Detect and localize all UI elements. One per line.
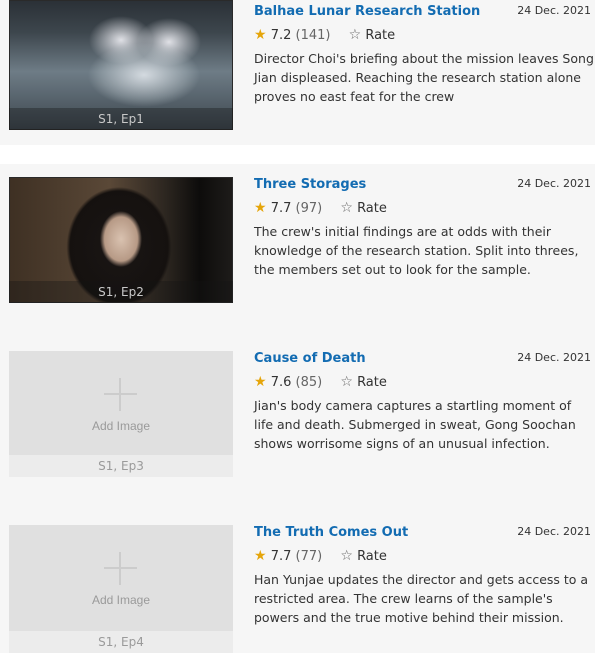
episode-plot: Jian's body camera captures a startling …: [254, 398, 576, 451]
episode-title-link[interactable]: The Truth Comes Out: [254, 525, 408, 540]
episode-item: Add Image S1, Ep3 Cause of Death 24 Dec.…: [0, 338, 595, 512]
star-outline-icon: ☆: [348, 27, 362, 43]
divider: [0, 145, 595, 164]
rate-button[interactable]: ☆ Rate: [348, 27, 396, 43]
rating-score: 7.7: [270, 549, 292, 564]
rating-row: ★ 7.6 (85) ☆ Rate: [254, 374, 387, 390]
rating-votes: (85): [295, 375, 323, 390]
rating-row: ★ 7.7 (97) ☆ Rate: [254, 200, 387, 216]
episode-item: S1, Ep2 Three Storages 24 Dec. 2021 ★ 7.…: [0, 164, 595, 338]
add-image-label: Add Image: [91, 419, 151, 433]
episode-title-link[interactable]: Balhae Lunar Research Station: [254, 4, 480, 19]
episode-thumbnail[interactable]: S1, Ep2: [9, 177, 233, 303]
add-image-placeholder[interactable]: Add Image S1, Ep4: [9, 525, 233, 653]
air-date: 24 Dec. 2021: [517, 351, 591, 364]
episode-item: Add Image S1, Ep4 The Truth Comes Out 24…: [0, 512, 595, 653]
rating-score: 7.7: [270, 201, 292, 216]
episode-thumbnail[interactable]: S1, Ep1: [9, 0, 233, 130]
rating-votes: (141): [295, 28, 331, 43]
episode-number-label: S1, Ep2: [9, 281, 233, 303]
episode-number-label: S1, Ep4: [9, 631, 233, 653]
star-outline-icon: ☆: [340, 548, 353, 564]
episode-item: S1, Ep1 Balhae Lunar Research Station 24…: [0, 0, 595, 145]
episode-number-label: S1, Ep3: [9, 455, 233, 477]
rating-votes: (97): [295, 201, 323, 216]
star-filled-icon: ★: [254, 374, 267, 390]
rate-button[interactable]: ☆ Rate: [340, 200, 387, 216]
rating-row: ★ 7.7 (77) ☆ Rate: [254, 548, 387, 564]
episode-title-link[interactable]: Cause of Death: [254, 351, 366, 366]
plus-icon: [104, 393, 137, 395]
star-filled-icon: ★: [254, 200, 267, 216]
rating-row: ★ 7.2 (141) ☆ Rate: [254, 27, 395, 43]
air-date: 24 Dec. 2021: [517, 4, 591, 17]
star-filled-icon: ★: [254, 548, 267, 564]
rating-score: 7.2: [270, 28, 292, 43]
rating-score: 7.6: [270, 375, 292, 390]
add-image-placeholder[interactable]: Add Image S1, Ep3: [9, 351, 233, 477]
rate-button[interactable]: ☆ Rate: [340, 548, 387, 564]
star-outline-icon: ☆: [340, 374, 353, 390]
episode-number-label: S1, Ep1: [9, 108, 233, 130]
rate-label: Rate: [365, 28, 396, 43]
rate-label: Rate: [357, 201, 387, 216]
star-outline-icon: ☆: [340, 200, 353, 216]
add-image-label: Add Image: [91, 593, 151, 607]
episode-plot: Director Choi's briefing about the missi…: [254, 51, 594, 104]
episode-title-link[interactable]: Three Storages: [254, 177, 366, 192]
episode-plot: Han Yunjae updates the director and gets…: [254, 572, 589, 625]
rate-button[interactable]: ☆ Rate: [340, 374, 387, 390]
rate-label: Rate: [357, 375, 387, 390]
air-date: 24 Dec. 2021: [517, 525, 591, 538]
air-date: 24 Dec. 2021: [517, 177, 591, 190]
rating-votes: (77): [295, 549, 323, 564]
episode-plot: The crew's initial findings are at odds …: [254, 224, 579, 277]
star-filled-icon: ★: [254, 27, 267, 43]
rate-label: Rate: [357, 549, 387, 564]
plus-icon: [104, 567, 137, 569]
